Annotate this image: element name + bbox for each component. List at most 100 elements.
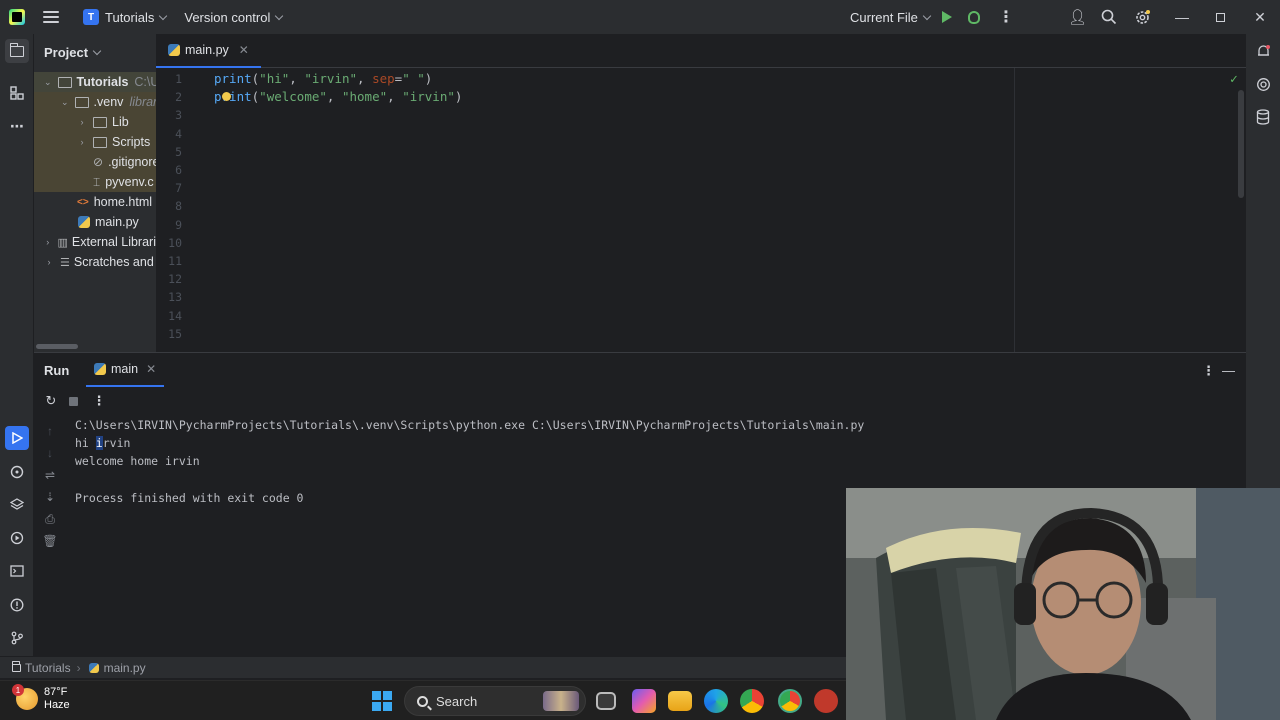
tree-item-tutorials[interactable]: ⌄ Tutorials C:\U [34, 72, 156, 92]
stop-button[interactable] [66, 394, 80, 408]
main-menu-icon[interactable] [43, 11, 59, 23]
task-view-icon[interactable] [596, 692, 616, 710]
project-switcher[interactable]: Tutorials [105, 10, 154, 25]
media-app-icon[interactable] [814, 689, 838, 713]
ai-assistant-icon[interactable] [1255, 76, 1271, 92]
minimize-button[interactable]: — [1162, 0, 1202, 34]
chrome-browser-icon[interactable] [740, 689, 764, 713]
layers-tool-button[interactable] [5, 493, 29, 517]
config-file-icon: ⌶ [93, 174, 101, 189]
tree-item-pyvenv[interactable]: ⌶ pyvenv.c [34, 172, 156, 192]
run-tab-main[interactable]: main ✕ [86, 353, 165, 387]
console-output[interactable]: C:\Users\IRVIN\PycharmProjects\Tutorials… [75, 418, 864, 509]
breadcrumb-file[interactable]: main.py [104, 661, 146, 675]
clear-all-trash-icon[interactable]: 🗑︎ [42, 534, 57, 548]
print-icon[interactable]: ⎙ [43, 512, 57, 526]
close-tab-icon[interactable]: ✕ [239, 43, 249, 57]
python-console-tool-button[interactable] [5, 460, 29, 484]
project-panel: Project ⌄ Tutorials C:\U ⌄ .venv library… [34, 34, 156, 352]
python-file-icon [94, 363, 106, 375]
chevron-down-icon [922, 11, 932, 20]
console-line: welcome home irvin [75, 454, 200, 469]
database-icon[interactable] [1255, 109, 1271, 125]
more-options-icon[interactable]: ⋮ [92, 393, 106, 408]
run-config-selector[interactable]: Current File [850, 10, 918, 25]
tree-item-label: Tutorials [76, 75, 129, 89]
git-tool-button[interactable] [5, 626, 29, 650]
close-window-button[interactable]: ✕ [1240, 0, 1280, 34]
project-panel-title[interactable]: Project [44, 45, 102, 60]
tree-item-label: home.html [93, 195, 153, 209]
python-file-icon [78, 216, 90, 228]
tree-item-scratches[interactable]: › ☰ Scratches and [34, 252, 156, 272]
vertical-scrollbar[interactable] [1238, 90, 1244, 198]
tree-item-label: Scripts [112, 135, 151, 149]
chrome-profile-icon[interactable] [778, 689, 802, 713]
tree-item-external-libraries[interactable]: › ▥ External Librari [34, 232, 156, 252]
tree-item-scripts[interactable]: › Scripts [34, 132, 156, 152]
scroll-up-icon[interactable]: ↑ [43, 424, 57, 438]
tree-item-label: pyvenv.c [105, 175, 154, 189]
line-number: 12 [168, 272, 182, 287]
panel-options-icon[interactable]: ⋮ [1202, 363, 1215, 379]
line-number: 7 [175, 181, 182, 196]
code-editor[interactable]: 1 2 3 4 5 6 7 8 9 10 11 12 13 14 15 print("hi", "irvin… [156, 68, 1246, 352]
code-line-2: print("welcome", "home", "irvin") [214, 89, 463, 104]
tree-item-label: main.py [95, 215, 139, 229]
collapsed-arrow-icon: › [80, 117, 84, 127]
library-icon: ▥ [57, 236, 68, 249]
add-user-icon[interactable]: 👤︎ [1068, 0, 1087, 34]
line-number: 9 [175, 217, 182, 232]
close-tab-icon[interactable]: ✕ [146, 362, 156, 376]
taskbar-search-box[interactable]: Search [404, 686, 586, 716]
search-icon[interactable] [1101, 0, 1117, 34]
line-number: 15 [168, 326, 182, 341]
edge-browser-icon[interactable] [704, 689, 728, 713]
search-icon [417, 695, 428, 707]
rerun-icon[interactable]: ↻ [44, 393, 58, 408]
restore-button[interactable] [1200, 0, 1240, 34]
console-line: C:\Users\IRVIN\PycharmProjects\Tutorials… [75, 418, 865, 432]
settings-gear-icon[interactable] [1134, 0, 1151, 34]
tree-item-gitignore[interactable]: ⊘ .gitignore [34, 152, 156, 172]
console-line: Process finished with exit code 0 [75, 490, 304, 505]
terminal-tool-button[interactable] [5, 559, 29, 583]
folder-icon [93, 116, 107, 128]
tree-item-venv[interactable]: ⌄ .venv library [34, 92, 156, 112]
intention-bulb-icon[interactable] [222, 92, 231, 101]
notifications-bell-icon[interactable] [1255, 43, 1271, 59]
scroll-to-end-icon[interactable]: ⇣ [43, 490, 57, 504]
console-side-toolbar: ↑ ↓ ⇌ ⇣ ⎙ 🗑︎ [34, 417, 66, 657]
more-tools-icon[interactable]: ⋯ [5, 114, 29, 138]
tree-item-home-html[interactable]: <> home.html [34, 192, 156, 212]
project-tool-button[interactable] [5, 39, 29, 63]
breadcrumb-project[interactable]: Tutorials [25, 661, 71, 675]
services-tool-button[interactable] [5, 526, 29, 550]
version-control-menu[interactable]: Version control [184, 10, 270, 25]
structure-tool-button[interactable] [5, 81, 29, 105]
tree-item-label: .venv [93, 95, 124, 109]
hide-panel-icon[interactable]: — [1222, 363, 1235, 378]
run-toolbar: ↻ ⋮ [34, 391, 1246, 413]
editor-tab-main-py[interactable]: main.py ✕ [156, 34, 261, 68]
run-tool-button[interactable] [5, 426, 29, 450]
windows-start-icon[interactable] [372, 691, 392, 711]
tree-item-main-py[interactable]: main.py [34, 212, 156, 232]
debug-button[interactable] [968, 10, 980, 24]
expand-arrow-icon: ⌄ [44, 76, 52, 87]
no-problems-check-icon[interactable]: ✓ [1230, 72, 1238, 87]
scroll-down-icon[interactable]: ↓ [43, 446, 57, 460]
line-number: 5 [175, 144, 182, 159]
weather-widget[interactable]: 1 87°F Haze [12, 684, 70, 712]
line-number: 4 [175, 126, 182, 141]
copilot-icon[interactable] [632, 689, 656, 713]
more-actions-icon[interactable]: ⋮ [998, 0, 1014, 34]
soft-wrap-icon[interactable]: ⇌ [43, 468, 57, 482]
tree-item-lib[interactable]: › Lib [34, 112, 156, 132]
expand-arrow-icon: ⌄ [61, 96, 69, 107]
horizontal-scrollbar[interactable] [36, 344, 78, 349]
file-explorer-icon[interactable] [668, 691, 692, 711]
problems-tool-button[interactable] [5, 593, 29, 617]
run-button[interactable] [942, 11, 952, 23]
